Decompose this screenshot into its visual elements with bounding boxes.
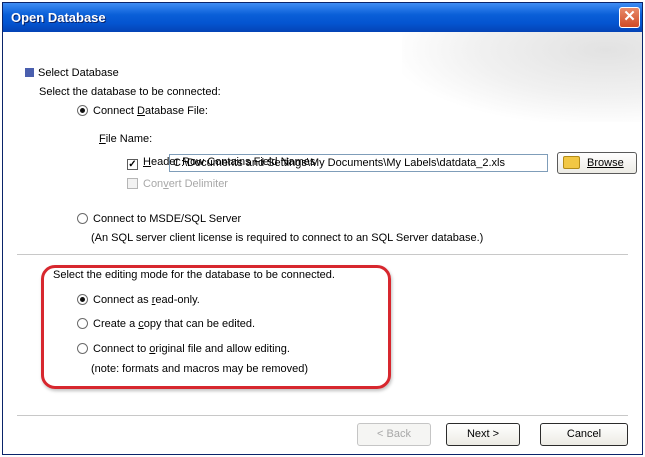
open-database-dialog: Open Database ✕ Select Database Select t…: [2, 2, 643, 455]
file-name-label: File Name:: [99, 133, 153, 145]
close-button[interactable]: ✕: [619, 7, 640, 28]
section-marker-icon: [25, 68, 34, 77]
checkbox-disabled-icon: [127, 178, 138, 189]
section-prompt: Select the database to be connected:: [39, 86, 221, 98]
section-heading: Select Database: [25, 67, 119, 79]
radio-selected-icon: [77, 105, 88, 116]
sql-license-note: (An SQL server client license is require…: [91, 232, 484, 244]
divider: [17, 254, 628, 255]
window-title: Open Database: [11, 10, 106, 25]
divider: [17, 415, 628, 416]
radio-unselected-icon: [77, 213, 88, 224]
browse-label: Browse: [587, 157, 624, 169]
connect-database-file-radio[interactable]: Connect Database File:: [77, 105, 208, 117]
title-bar[interactable]: Open Database ✕: [3, 3, 642, 32]
checkmark-icon: ✓: [127, 159, 138, 170]
back-button: < Back: [357, 423, 431, 446]
browse-button[interactable]: Browse: [557, 152, 637, 174]
next-button[interactable]: Next >: [446, 423, 520, 446]
close-icon: ✕: [623, 8, 636, 25]
header-decoration: [402, 32, 642, 122]
dialog-body: Select Database Select the database to b…: [3, 32, 642, 454]
convert-delimiter-checkbox: Convert Delimiter: [127, 178, 228, 190]
connect-sql-server-radio[interactable]: Connect to MSDE/SQL Server: [77, 213, 241, 225]
header-row-checkbox[interactable]: ✓ Header Row Contains Field Names: [127, 156, 315, 170]
folder-icon: [563, 156, 580, 169]
cancel-button[interactable]: Cancel: [540, 423, 628, 446]
editing-mode-highlight: [41, 265, 391, 389]
